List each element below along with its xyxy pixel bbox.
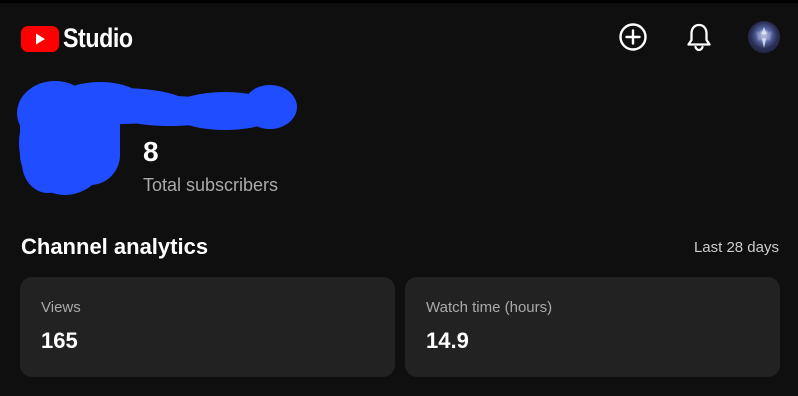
watch-time-value: 14.9 [426, 328, 469, 353]
bell-icon [687, 23, 711, 52]
views-card[interactable]: Views 165 [20, 277, 395, 377]
channel-analytics-title: Channel analytics [21, 234, 209, 259]
header-actions [616, 20, 780, 54]
watch-time-label: Watch time (hours) [426, 299, 553, 316]
watch-time-card[interactable]: Watch time (hours) 14.9 [405, 277, 780, 377]
add-circle-icon [619, 23, 647, 51]
subscriber-count: 8 [143, 136, 159, 167]
studio-screen: Studio 8 Total subscribers Channel analy… [0, 0, 798, 396]
avatar-image [756, 27, 772, 48]
views-value: 165 [41, 328, 78, 353]
views-label: Views [41, 299, 81, 316]
create-button[interactable] [616, 20, 650, 54]
analytics-period: Last 28 days [693, 239, 779, 256]
redaction-scribble [17, 81, 297, 195]
notifications-button[interactable] [682, 20, 716, 54]
subscriber-label: Total subscribers [143, 175, 279, 195]
account-avatar[interactable] [748, 21, 780, 53]
